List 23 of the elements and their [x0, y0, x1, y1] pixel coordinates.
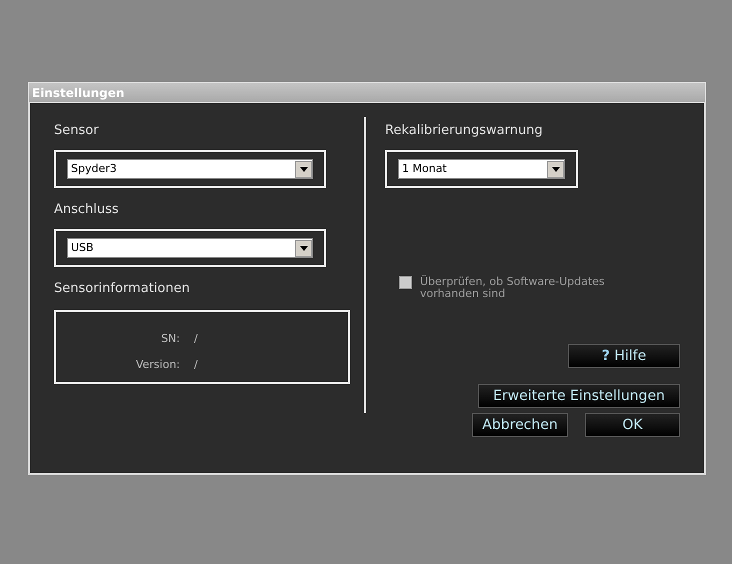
advanced-settings-button[interactable]: Erweiterte Einstellungen [478, 384, 680, 408]
dropdown-button[interactable] [547, 160, 564, 178]
window-title: Einstellungen [28, 82, 706, 103]
field-label: Sensor [54, 122, 99, 140]
cancel-button[interactable]: Abbrechen [472, 413, 568, 437]
caret-icon [300, 166, 308, 172]
help-button[interactable]: ? Hilfe [568, 344, 680, 368]
dropdown[interactable]: USB [67, 238, 313, 258]
dropdown[interactable]: Spyder3 [67, 159, 313, 179]
caret-icon [552, 166, 560, 172]
section-label: Sensorinformationen [54, 280, 190, 298]
checkbox-label: Überprüfen, ob Software-Updates vorhanden sind [420, 276, 606, 300]
ok-button[interactable]: OK [585, 413, 680, 437]
info-key: Version: [56, 356, 180, 374]
info-value: / [194, 356, 198, 373]
field-label: Rekalibrierungswarnung [385, 122, 543, 140]
caret-icon [300, 246, 308, 250]
info-value: / [194, 330, 198, 347]
dropdown-button[interactable] [295, 160, 312, 178]
dropdown-button[interactable] [295, 240, 312, 256]
dropdown[interactable]: 1 Monat [398, 159, 565, 179]
info-key: SN: [56, 330, 180, 348]
field-label: Anschluss [54, 201, 119, 219]
